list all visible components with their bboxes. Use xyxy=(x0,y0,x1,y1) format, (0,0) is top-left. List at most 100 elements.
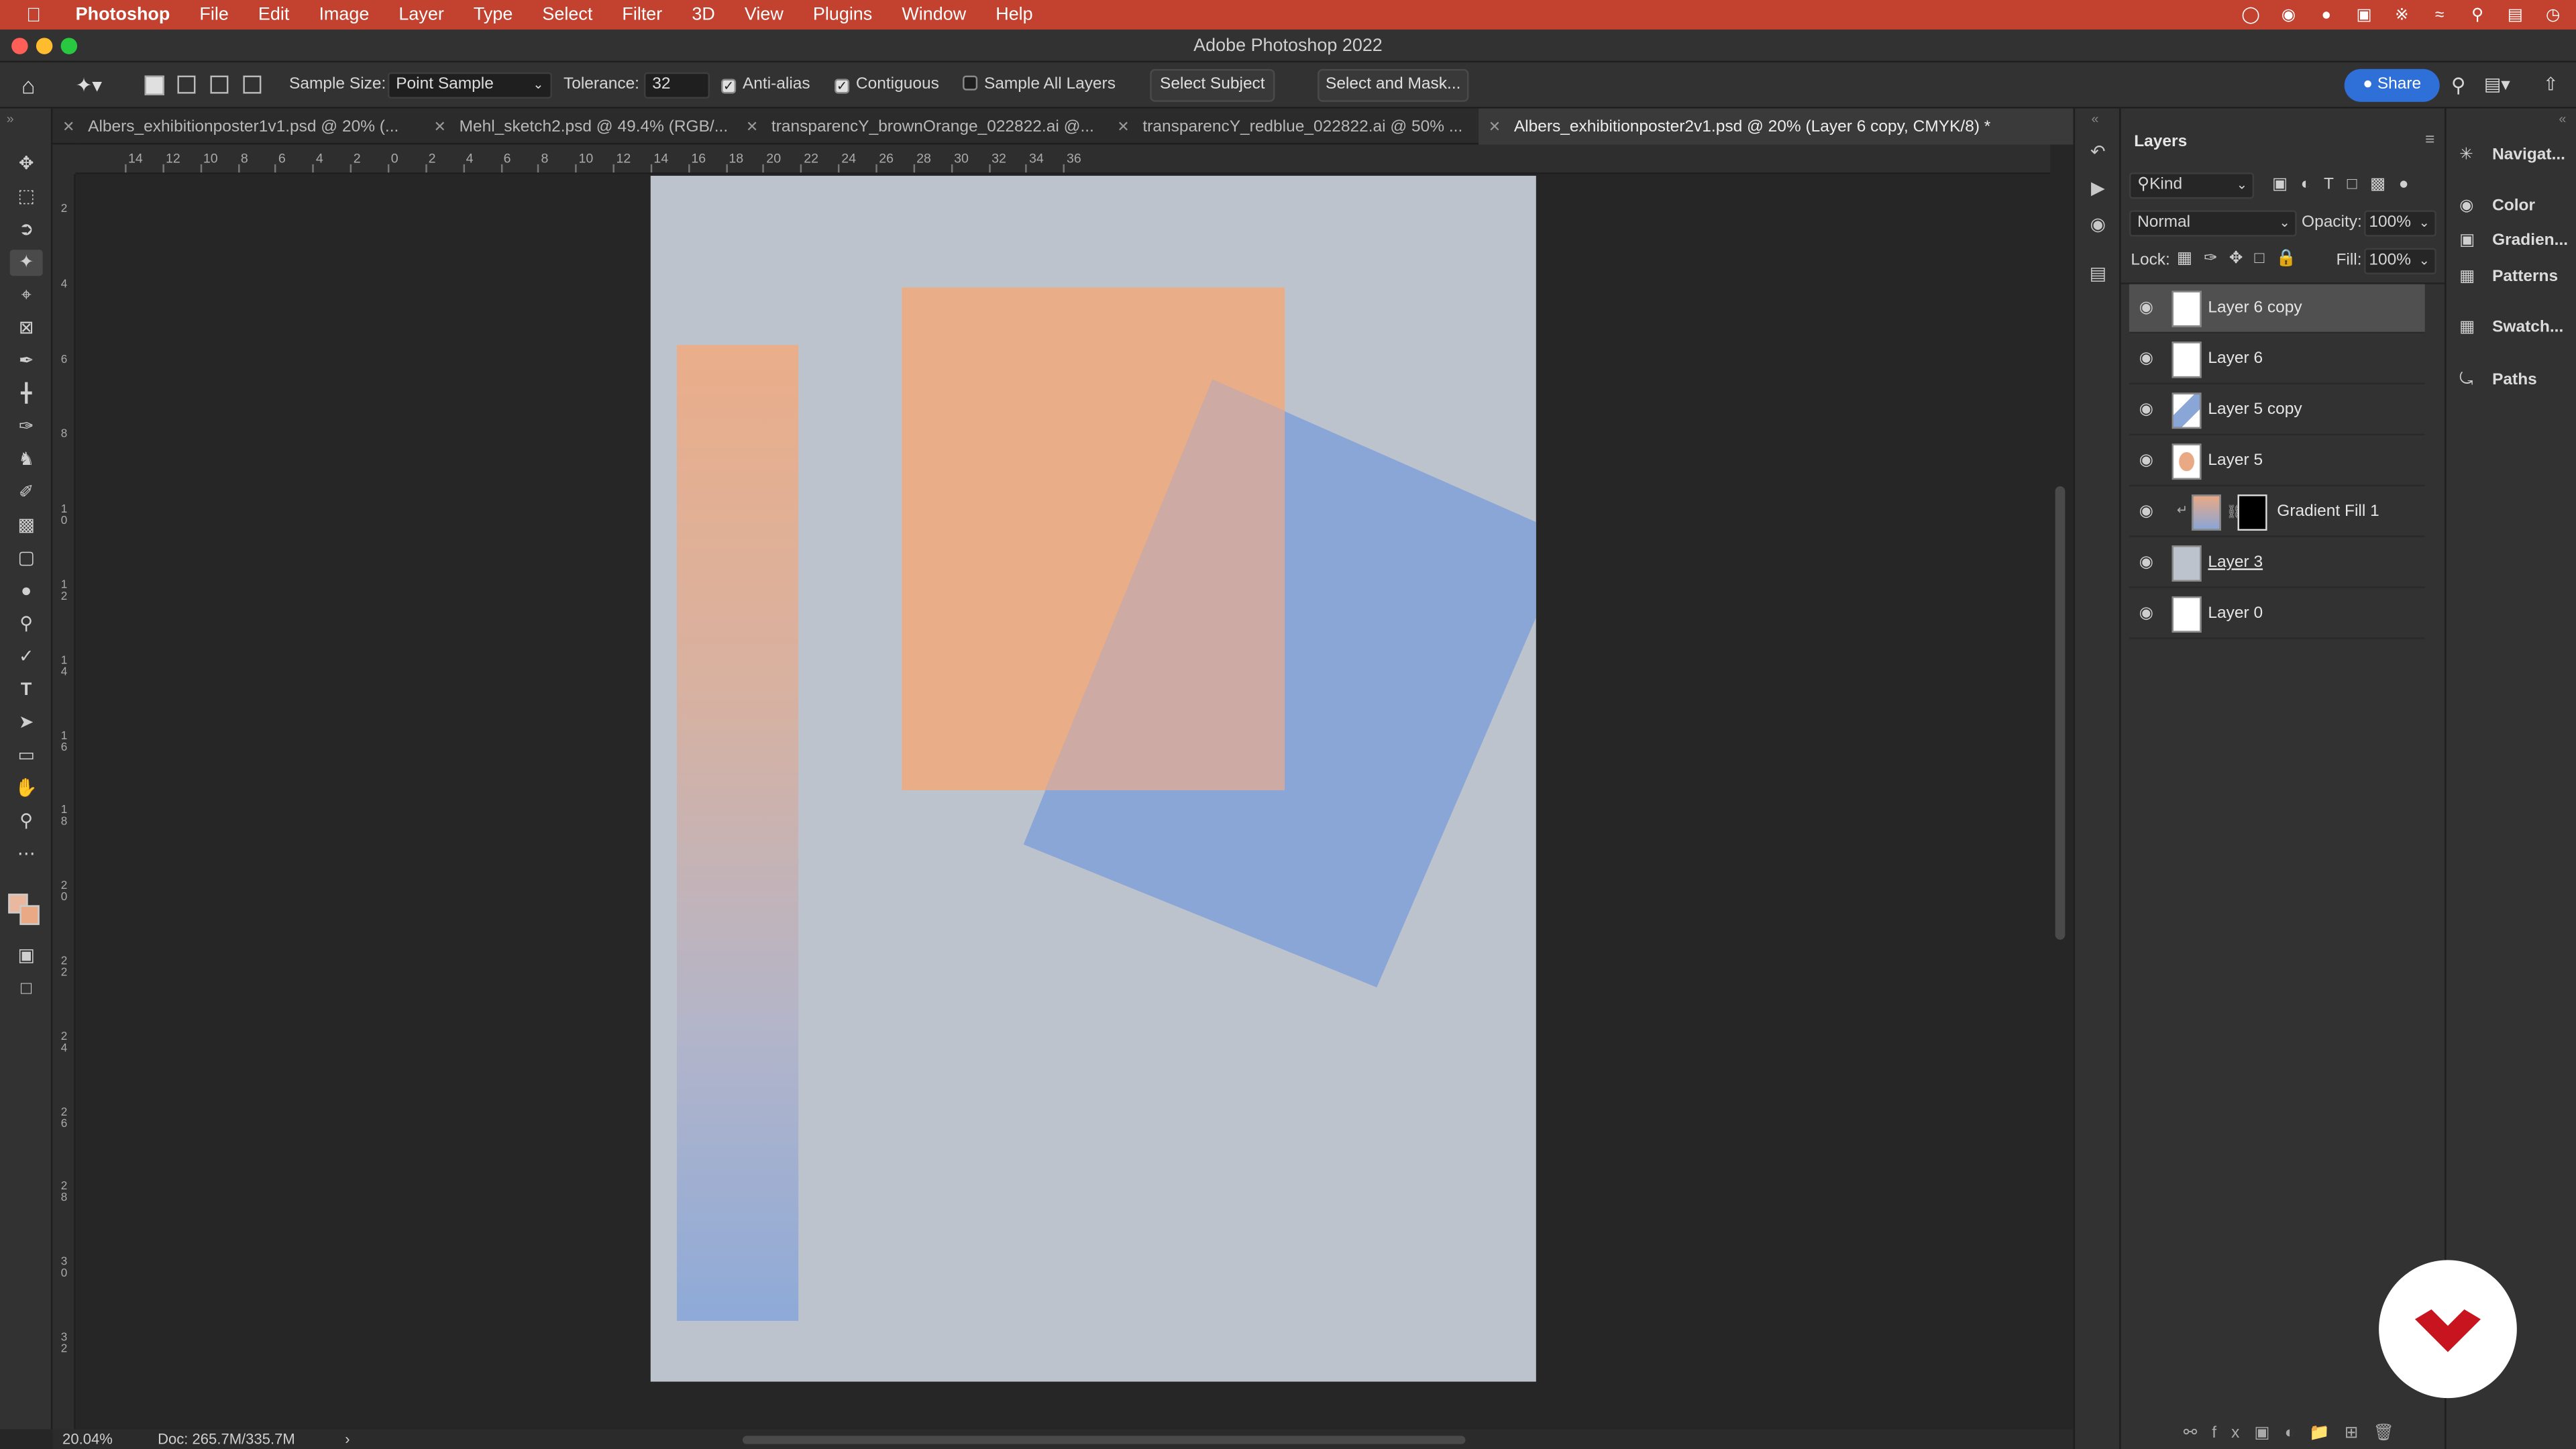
menu-plugins[interactable]: Plugins xyxy=(813,5,872,24)
swatches-panel-tab[interactable]: ▦ Swatch... xyxy=(2459,315,2563,341)
eye-icon[interactable]: ◉ xyxy=(2139,504,2159,521)
stamp-tool-icon[interactable]: ♞ xyxy=(10,447,43,473)
home-icon[interactable]: ⌂ xyxy=(21,62,36,109)
eye-icon[interactable]: ◉ xyxy=(2139,555,2159,572)
close-tab-icon[interactable]: ✕ xyxy=(1489,118,1501,134)
anti-alias-checkbox[interactable]: ✓ Anti-alias xyxy=(721,62,810,109)
vertical-scrollbar[interactable] xyxy=(2050,174,2070,1430)
menu-select[interactable]: Select xyxy=(542,5,592,24)
zoom-tool-icon[interactable]: ⚲ xyxy=(10,808,43,835)
menu-image[interactable]: Image xyxy=(319,5,369,24)
layer-filter-icons[interactable]: ▣◐T□▩● xyxy=(2272,176,2422,194)
layer-row-gradient-fill-1[interactable]: ◉ ↵ ⛓ Gradient Fill 1 xyxy=(2129,488,2425,537)
blur-tool-icon[interactable]: ● xyxy=(10,578,43,604)
eye-icon[interactable]: ◉ xyxy=(2139,453,2159,470)
sample-size-select[interactable]: Point Sample ⌄ xyxy=(387,72,552,99)
creative-cloud-icon[interactable]: ◯ xyxy=(2241,6,2260,24)
channels-icon[interactable]: ◉ xyxy=(2086,213,2109,236)
navigator-panel-tab[interactable]: ✳ Navigat... xyxy=(2459,143,2565,169)
display-icon[interactable]: ▣ xyxy=(2354,6,2373,24)
status-menu-arrow[interactable]: › xyxy=(345,1430,350,1449)
search-icon[interactable]: ⚲ xyxy=(2451,62,2466,109)
apple-icon[interactable]:  xyxy=(26,3,49,26)
patterns-panel-tab[interactable]: ▦ Patterns xyxy=(2459,264,2558,290)
notification-icon[interactable]: ● xyxy=(2316,6,2336,24)
screen-mode-icon[interactable]: □ xyxy=(10,976,43,1002)
close-tab-icon[interactable]: ✕ xyxy=(62,118,74,134)
tab-document-active[interactable]: ✕ Albers_exhibitionposter2v1.psd @ 20% (L… xyxy=(1479,108,2074,145)
layer-row-layer-5-copy[interactable]: ◉ Layer 5 copy xyxy=(2129,386,2425,435)
crop-tool-icon[interactable]: ⌖ xyxy=(10,282,43,309)
select-and-mask-button[interactable]: Select and Mask... xyxy=(1318,68,1469,102)
cc-sync-icon[interactable]: ◉ xyxy=(2279,6,2298,24)
layer-action-icons[interactable]: ⚯fx▣◐📁⊞🗑 xyxy=(2184,1424,2409,1442)
brush-tool-icon[interactable]: ✑ xyxy=(10,414,43,440)
panel-menu-icon[interactable]: ≡ xyxy=(2425,131,2434,150)
close-tab-icon[interactable]: ✕ xyxy=(434,118,446,134)
tolerance-input[interactable]: 32 xyxy=(644,72,710,99)
contiguous-checkbox[interactable]: ✓ Contiguous xyxy=(835,62,939,109)
add-to-selection-icon[interactable] xyxy=(177,75,196,94)
collapse-icon[interactable]: « xyxy=(2559,112,2566,127)
menu-layer[interactable]: Layer xyxy=(398,5,443,24)
layer-row-layer-6-copy[interactable]: ◉ Layer 6 copy xyxy=(2129,284,2425,334)
magic-wand-tool-icon[interactable]: ✦ xyxy=(9,250,43,276)
menu-filter[interactable]: Filter xyxy=(622,5,662,24)
layer-name[interactable]: Layer 6 copy xyxy=(2208,284,2302,333)
select-subject-button[interactable]: Select Subject xyxy=(1150,68,1275,102)
menu-edit[interactable]: Edit xyxy=(258,5,289,24)
fill-input[interactable]: 100% ⌄ xyxy=(2364,248,2436,274)
type-tool-icon[interactable]: T xyxy=(10,677,43,703)
eyedropper-tool-icon[interactable]: ✒ xyxy=(10,348,43,374)
paths-panel-tab[interactable]: ⤿ Paths xyxy=(2459,368,2537,394)
close-tab-icon[interactable]: ✕ xyxy=(746,118,758,134)
intersect-selection-icon[interactable] xyxy=(243,75,262,94)
collapse-icon[interactable]: « xyxy=(2092,112,2099,127)
control-center-icon[interactable]: ▤ xyxy=(2506,6,2525,24)
layer-row-layer-6[interactable]: ◉ Layer 6 xyxy=(2129,335,2425,385)
eraser-tool-icon[interactable]: ▩ xyxy=(10,513,43,539)
lasso-tool-icon[interactable]: ➲ xyxy=(10,217,43,243)
move-tool-icon[interactable]: ✥ xyxy=(10,151,43,177)
export-icon[interactable]: ⇧ xyxy=(2543,62,2559,109)
background-color-swatch[interactable] xyxy=(19,905,40,925)
rectangle-tool-icon[interactable]: ▭ xyxy=(10,743,43,769)
workspace-icon[interactable]: ▤▾ xyxy=(2484,62,2510,109)
document-canvas[interactable] xyxy=(650,176,1536,1382)
eye-icon[interactable]: ◉ xyxy=(2139,300,2159,317)
layer-row-layer-5[interactable]: ◉ Layer 5 xyxy=(2129,437,2425,486)
pen-tool-icon[interactable]: ✓ xyxy=(10,644,43,670)
spotlight-icon[interactable]: ⚲ xyxy=(2467,6,2487,24)
eye-icon[interactable]: ◉ xyxy=(2139,605,2159,623)
tab-document-2[interactable]: ✕ Mehl_sketch2.psd @ 49.4% (RGB/... xyxy=(424,109,733,145)
layer-name[interactable]: Layer 5 xyxy=(2208,437,2263,486)
menu-view[interactable]: View xyxy=(745,5,784,24)
tab-document-1[interactable]: ✕ Albers_exhibitionposter1v1.psd @ 20% (.… xyxy=(52,109,421,145)
collapse-icon[interactable]: » xyxy=(7,112,14,127)
close-window-button[interactable] xyxy=(11,38,28,54)
menu-3d[interactable]: 3D xyxy=(692,5,714,24)
healing-brush-tool-icon[interactable]: ╋ xyxy=(10,381,43,407)
subtract-from-selection-icon[interactable] xyxy=(210,75,229,94)
vertical-scroll-thumb[interactable] xyxy=(2055,486,2065,940)
layer-name[interactable]: Layer 0 xyxy=(2208,590,2263,639)
layer-filter-kind-select[interactable]: ⚲Kind ⌄ xyxy=(2129,172,2255,199)
menu-file[interactable]: File xyxy=(199,5,228,24)
layer-name[interactable]: Gradient Fill 1 xyxy=(2277,488,2379,537)
horizontal-scroll-thumb[interactable] xyxy=(742,1436,1466,1444)
share-button[interactable]: ● Share xyxy=(2344,68,2440,102)
menu-app-photoshop[interactable]: Photoshop xyxy=(76,5,170,24)
zoom-window-button[interactable] xyxy=(60,38,78,54)
clock-icon[interactable]: ◷ xyxy=(2543,6,2563,24)
wifi-icon[interactable]: ≈ xyxy=(2430,6,2449,24)
close-tab-icon[interactable]: ✕ xyxy=(1117,118,1129,134)
lock-options-icons[interactable]: ▦✑✥□🔒 xyxy=(2177,250,2308,268)
history-icon[interactable]: ↶ xyxy=(2086,142,2109,164)
menu-type[interactable]: Type xyxy=(474,5,513,24)
layer-name[interactable]: Layer 6 xyxy=(2208,335,2263,384)
tab-document-3[interactable]: ✕ transparencY_brownOrange_022822.ai @... xyxy=(736,109,1104,145)
blend-mode-select[interactable]: Normal ⌄ xyxy=(2129,210,2297,237)
minimize-window-button[interactable] xyxy=(36,38,53,54)
marquee-tool-icon[interactable]: ⬚ xyxy=(10,184,43,210)
quick-mask-icon[interactable]: ▣ xyxy=(10,943,43,969)
